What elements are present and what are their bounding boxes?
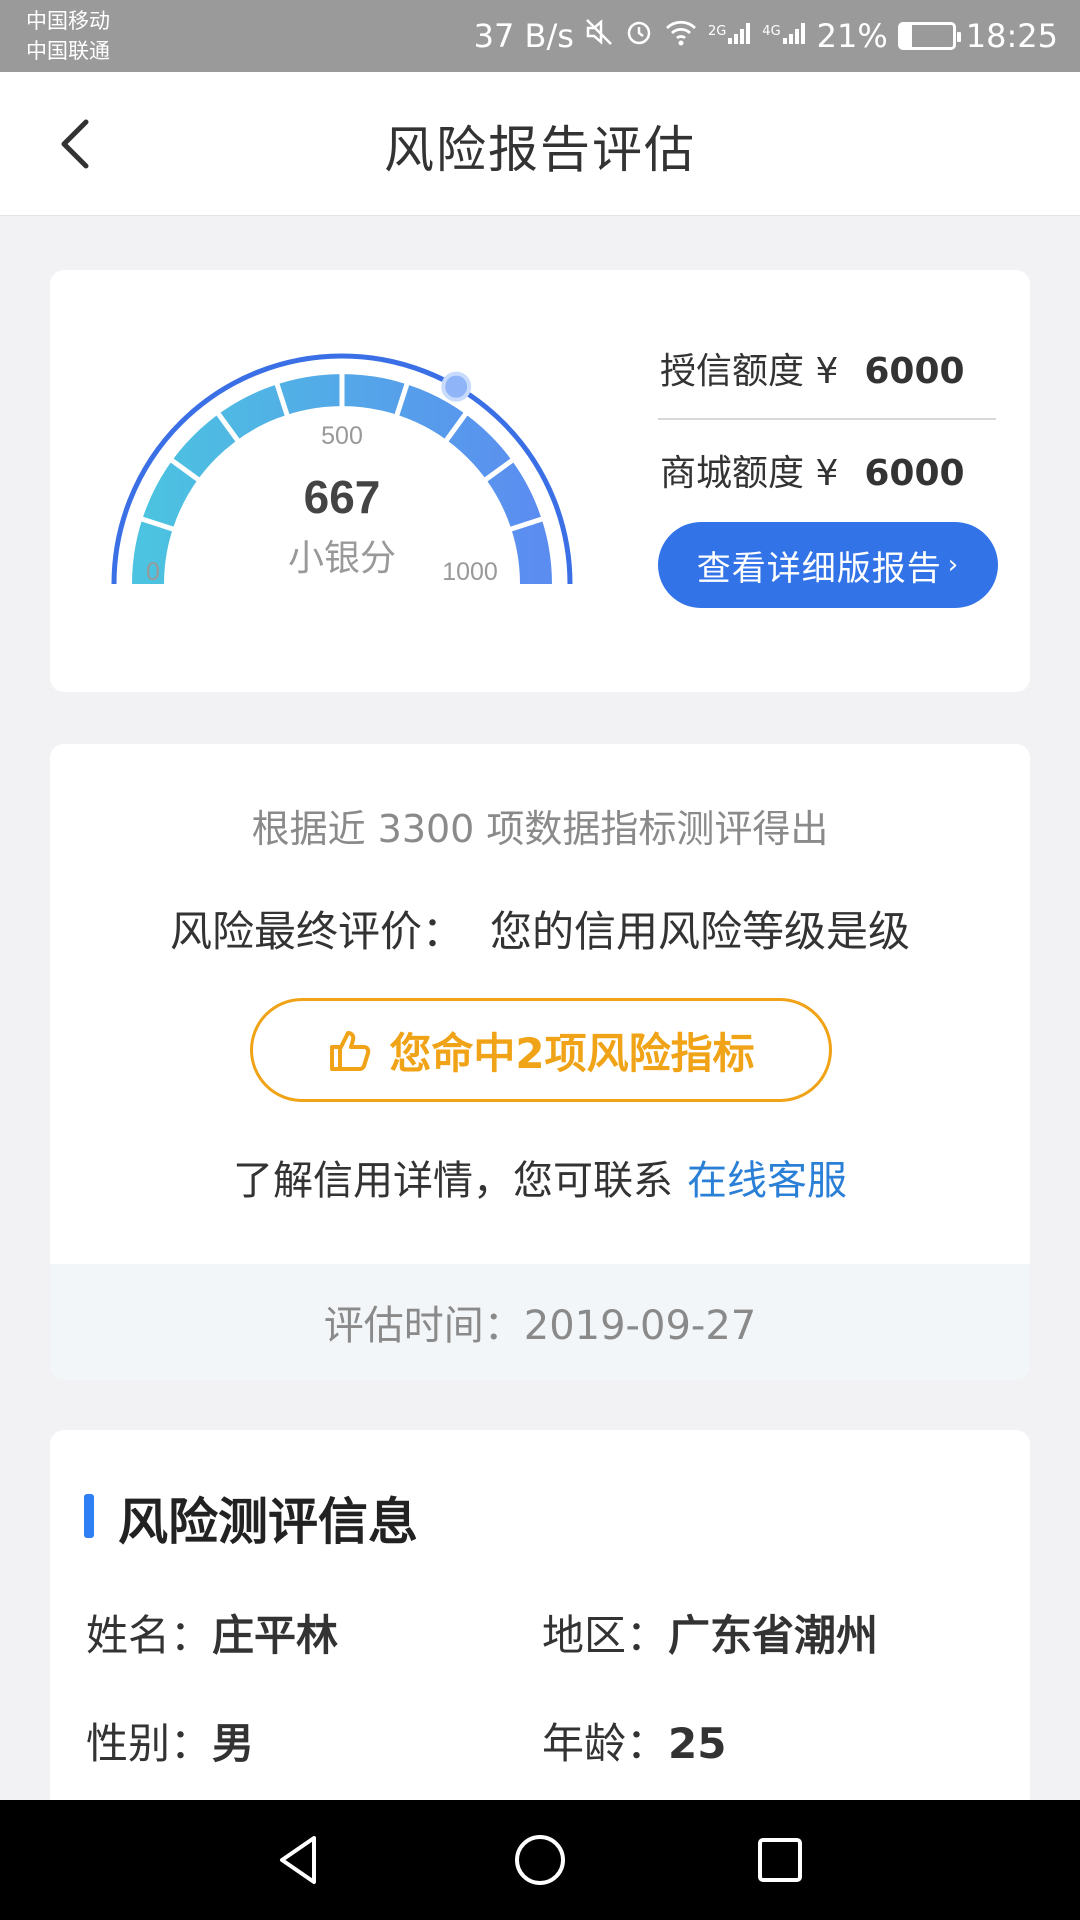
nav-back-button[interactable]: [270, 1830, 330, 1890]
section-accent-bar: [84, 1494, 94, 1538]
gender-value: 男: [212, 1719, 255, 1768]
section-title: 风险测评信息: [118, 1493, 418, 1551]
gauge-marker: [441, 371, 472, 402]
battery-percent: 21%: [816, 17, 888, 55]
carrier-1: 中国移动: [26, 9, 110, 33]
wifi-icon: [664, 17, 698, 55]
mall-limit-value: 6000: [864, 453, 965, 494]
battery-level: [900, 25, 912, 47]
nav-recent-button[interactable]: [750, 1830, 810, 1890]
name-label: 姓名：: [86, 1611, 213, 1660]
quota-divider: [658, 418, 996, 420]
signal-2g-icon: 2G: [708, 19, 752, 54]
nav-recent-icon: [758, 1838, 802, 1882]
evaluation-time: 评估时间：2019-09-27: [50, 1264, 1030, 1380]
age-label: 年龄：: [542, 1719, 669, 1768]
mall-limit-label: 商城额度 ¥: [660, 453, 839, 494]
clock: 18:25: [965, 17, 1058, 55]
score-gauge: 0 500 1000 667 小银分: [111, 353, 573, 586]
risk-indicator-text: 您命中2项风险指标: [389, 1028, 755, 1078]
credit-limit-row: 授信额度 ¥ 6000: [660, 342, 965, 394]
evaluation-basis: 根据近 3300 项数据指标测评得出: [251, 807, 829, 851]
app-header: 风险报告评估: [0, 72, 1080, 216]
signal-4g-icon: 4G: [762, 19, 806, 54]
mute-icon: [584, 17, 614, 55]
risk-info-card: 风险测评信息 姓名：庄平林 地区：广东省潮州 性别：男 年龄：25: [50, 1430, 1030, 1850]
gender-field: 性别：男: [86, 1710, 254, 1771]
evaluation-card: 根据近 3300 项数据指标测评得出 风险最终评价： 您的信用风险等级是级 您命中…: [50, 744, 1030, 1380]
mall-limit-row: 商城额度 ¥ 6000: [660, 444, 965, 496]
name-value: 庄平林: [212, 1611, 339, 1660]
page-title: 风险报告评估: [384, 121, 696, 179]
region-field: 地区：广东省潮州: [542, 1602, 878, 1663]
final-evaluation-text: 您的信用风险等级是级: [490, 907, 911, 956]
signal-2g-label: 2G: [707, 23, 727, 39]
region-value: 广东省潮州: [668, 1611, 879, 1660]
final-evaluation: 风险最终评价： 您的信用风险等级是级: [50, 898, 1030, 959]
gauge-tick-min: 0: [146, 558, 160, 586]
gauge-tick-max: 1000: [442, 558, 498, 586]
online-service-link[interactable]: 在线客服: [687, 1158, 847, 1204]
chevron-right-icon: ›: [947, 550, 960, 580]
risk-indicator-pill[interactable]: 您命中2项风险指标: [250, 998, 832, 1102]
score-value: 667: [304, 471, 381, 523]
age-value: 25: [668, 1719, 727, 1768]
credit-limit-value: 6000: [864, 351, 965, 392]
contact-line: 了解信用详情，您可联系 在线客服: [50, 1148, 1030, 1206]
score-label: 小银分: [288, 538, 396, 579]
system-nav-bar: [0, 1800, 1080, 1920]
battery-icon: [897, 22, 961, 50]
name-field: 姓名：庄平林: [86, 1602, 338, 1663]
score-card: 0 500 1000 667 小银分 授信额度 ¥ 6000 商城额度 ¥ 6000…: [50, 270, 1030, 692]
net-speed: 37 B/s: [473, 17, 574, 55]
credit-limit-label: 授信额度 ¥: [660, 351, 839, 392]
nav-back-icon: [280, 1836, 316, 1884]
age-field: 年龄：25: [542, 1710, 726, 1771]
report-button-label: 查看详细版报告: [696, 548, 942, 589]
nav-home-button[interactable]: [510, 1830, 570, 1890]
contact-text: 了解信用详情，您可联系: [233, 1158, 673, 1204]
status-indicators: 37 B/s 2G 4G 21% 18:25: [474, 0, 1058, 72]
signal-4g-label: 4G: [762, 23, 781, 39]
gauge-tick-mid: 500: [321, 422, 363, 450]
region-label: 地区：: [542, 1611, 669, 1660]
carrier-2: 中国联通: [26, 39, 110, 63]
view-detailed-report-button[interactable]: 查看详细版报告 ›: [658, 522, 998, 608]
nav-home-icon: [515, 1835, 565, 1885]
gender-label: 性别：: [86, 1719, 213, 1768]
alarm-icon: [624, 17, 654, 55]
carrier-names: 中国移动 中国联通: [26, 6, 110, 66]
thumbs-up-icon: [330, 1031, 371, 1071]
status-bar: 中国移动 中国联通 37 B/s 2G 4G 21% 18:25: [0, 0, 1080, 72]
final-evaluation-label: 风险最终评价：: [169, 907, 464, 956]
